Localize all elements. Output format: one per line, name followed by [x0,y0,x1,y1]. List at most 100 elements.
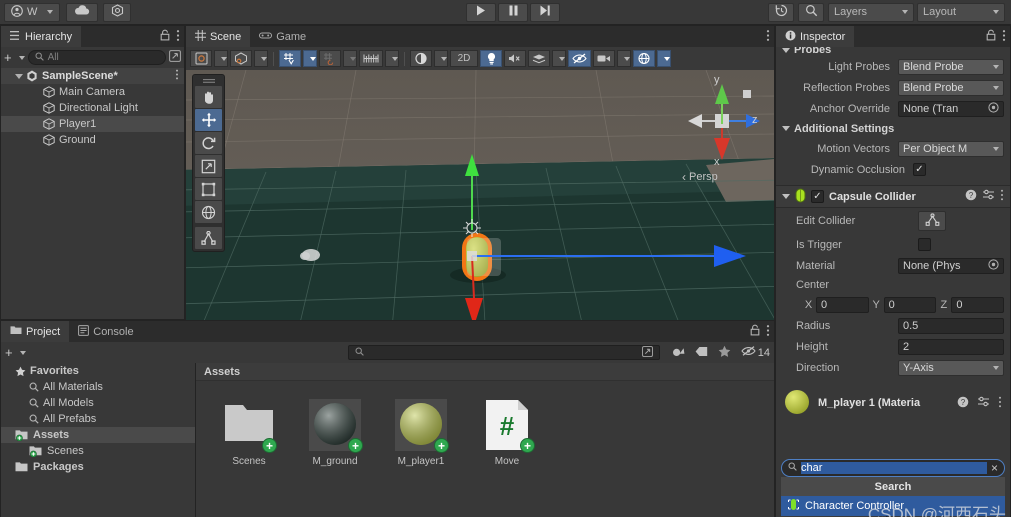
ruler-dropdown[interactable] [385,50,399,67]
project-tree-item-assets[interactable]: Assets [1,427,195,443]
scene-fx-button[interactable] [528,50,550,67]
component-result-character-controller[interactable]: Character Controller [781,496,1005,516]
collab-button[interactable] [103,2,132,22]
kebab-menu-icon[interactable] [176,29,180,45]
scene-visibility-button[interactable] [568,50,591,67]
ruler-button[interactable] [359,50,383,67]
hierarchy-item-player1[interactable]: Player1 [1,116,184,132]
help-icon[interactable]: ? [965,189,977,204]
tab-scene[interactable]: Scene [186,26,251,47]
hierarchy-item-main-camera[interactable]: Main Camera [1,84,184,100]
object-picker-icon[interactable] [988,258,999,273]
material-objectfield[interactable]: None (Phys [898,257,1004,274]
grid-dropdown[interactable] [303,50,317,67]
grid-snap-button[interactable] [319,50,341,67]
scene-audio-button[interactable] [504,50,526,67]
project-tree-item-all-materials[interactable]: All Materials [1,379,195,395]
move-tool[interactable] [195,109,222,131]
rect-tool[interactable] [195,178,222,200]
component-search-input[interactable]: char × [781,459,1005,477]
asset-item-move[interactable]: # + Move [476,399,538,467]
project-search-expand-icon[interactable] [641,345,653,360]
tab-console[interactable]: Console [69,321,143,342]
reflection-probes-dropdown[interactable]: Blend Probe [898,79,1004,96]
layout-dropdown[interactable]: Layout [917,2,1005,22]
kebab-menu-icon[interactable] [766,324,770,340]
kebab-menu-icon[interactable] [1002,29,1006,45]
play-button[interactable] [466,2,496,22]
motion-vectors-dropdown[interactable]: Per Object M [898,140,1004,157]
scene-camera-button[interactable] [593,50,615,67]
project-add-button[interactable]: + [5,345,26,360]
project-tree-item-favorites[interactable]: Favorites [1,363,195,379]
scene-camera-dropdown[interactable] [617,50,631,67]
center-z-field[interactable]: 0 [951,296,1005,313]
kebab-menu-icon[interactable] [1000,189,1004,204]
lock-icon[interactable] [986,29,996,44]
direction-dropdown[interactable]: Y-Axis [898,359,1004,376]
tab-hierarchy[interactable]: Hierarchy [1,26,82,47]
hand-tool[interactable] [195,86,222,108]
custom-tool[interactable] [195,227,222,249]
rotate-tool[interactable] [195,132,222,154]
scene-projection-toggle[interactable]: ‹ Persp [682,170,718,184]
cloud-button[interactable] [66,2,99,22]
step-button[interactable] [530,2,560,22]
scene-fx-dropdown[interactable] [552,50,566,67]
hierarchy-item-directional-light[interactable]: Directional Light [1,100,184,116]
tab-project[interactable]: Project [1,321,70,342]
kebab-menu-icon[interactable] [998,396,1002,411]
additional-settings-foldout[interactable]: Additional Settings [776,119,1010,138]
draw-mode-dropdown[interactable] [254,50,268,67]
grid-visibility-button[interactable] [279,50,301,67]
object-picker-icon[interactable] [988,101,999,116]
light-probes-dropdown[interactable]: Blend Probe [898,58,1004,75]
gizmos-sphere-button[interactable] [410,50,432,67]
radius-field[interactable]: 0.5 [898,317,1004,334]
star-icon[interactable] [718,345,731,361]
hierarchy-search-expand-icon[interactable] [169,50,181,65]
preset-icon[interactable] [977,396,990,411]
edit-collider-button[interactable] [918,211,946,231]
layers-dropdown[interactable]: Layers [828,2,914,22]
undo-history-button[interactable] [768,2,794,22]
anchor-override-objectfield[interactable]: None (Tran [898,100,1004,117]
hierarchy-add-button[interactable]: + [4,50,25,65]
project-tree-item-all-models[interactable]: All Models [1,395,195,411]
scene-lighting-button[interactable] [480,50,502,67]
asset-item-m-ground[interactable]: + M_ground [304,399,366,467]
kebab-menu-icon[interactable] [175,69,184,83]
asset-item-m-player1[interactable]: + M_player1 [390,399,452,467]
draw-mode-button[interactable] [230,50,252,67]
filter-by-label-icon[interactable] [695,346,708,360]
probes-foldout[interactable]: Probes [776,47,1010,56]
transform-tool[interactable] [195,201,222,223]
asset-item-scenes[interactable]: + Scenes [218,399,280,467]
search-button[interactable] [798,2,824,22]
gizmos-globe-button[interactable] [633,50,655,67]
hierarchy-item-ground[interactable]: Ground [1,132,184,148]
clear-icon[interactable]: × [991,461,998,475]
toggle-2d-button[interactable]: 2D [450,50,478,67]
project-tree-item-packages[interactable]: Packages [1,459,195,475]
kebab-menu-icon[interactable] [766,29,770,45]
shading-mode-dropdown[interactable] [214,50,228,67]
hierarchy-search-input[interactable]: All [27,50,166,65]
scene-viewport[interactable]: y z x ‹ Persp [186,70,774,340]
tab-inspector[interactable]: Inspector [776,26,855,47]
lock-icon[interactable] [160,29,170,44]
help-icon[interactable]: ? [957,396,969,411]
pause-button[interactable] [498,2,528,22]
capsule-collider-enabled-checkbox[interactable]: ✓ [811,190,824,203]
height-field[interactable]: 2 [898,338,1004,355]
hierarchy-item-samplescene[interactable]: SampleScene* [1,68,184,84]
filter-by-type-icon[interactable] [672,345,685,361]
is-trigger-checkbox[interactable] [918,238,931,251]
project-tree-item-all-prefabs[interactable]: All Prefabs [1,411,195,427]
center-x-field[interactable]: 0 [816,296,869,313]
center-y-field[interactable]: 0 [883,296,937,313]
project-tree-item-scenes[interactable]: Scenes [1,443,195,459]
gizmos-sphere-dropdown[interactable] [434,50,448,67]
tab-game[interactable]: Game [250,26,316,47]
chevron-down-icon[interactable] [782,194,790,199]
